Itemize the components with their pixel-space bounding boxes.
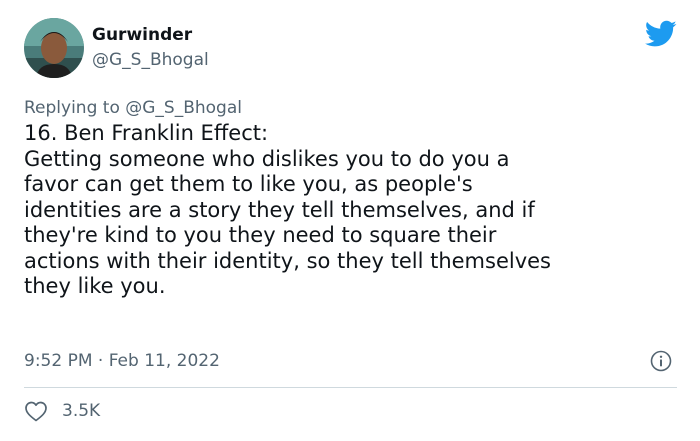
heart-icon	[25, 401, 47, 422]
tweet-body: 16. Ben Franklin Effect: Getting someone…	[24, 121, 684, 300]
author-display-name[interactable]: Gurwinder	[92, 24, 209, 46]
divider	[24, 387, 677, 388]
author-avatar[interactable]	[24, 18, 84, 78]
tweet-line: they're kind to you they need to square …	[24, 223, 497, 247]
replying-to: Replying to @G_S_Bhogal	[24, 96, 242, 120]
tweet-timestamp[interactable]: 9:52 PM · Feb 11, 2022	[24, 350, 220, 372]
avatar-photo	[24, 18, 84, 78]
twitter-bird-icon[interactable]	[644, 20, 677, 48]
replying-prefix: Replying to	[24, 98, 126, 118]
tweet-line: 16. Ben Franklin Effect:	[24, 121, 269, 145]
author-handle[interactable]: @G_S_Bhogal	[92, 48, 209, 72]
tweet-card: Gurwinder @G_S_Bhogal Replying to @G_S_B…	[0, 0, 700, 441]
tweet-line: favor can get them to like you, as peopl…	[24, 172, 473, 196]
tweet-line: identities are a story they tell themsel…	[24, 197, 535, 222]
tweet-line: they like you.	[24, 274, 166, 298]
like-count: 3.5K	[62, 401, 101, 421]
like-button[interactable]: 3.5K	[24, 400, 100, 422]
author-info: Gurwinder @G_S_Bhogal	[92, 24, 209, 72]
replying-handle-link[interactable]: @G_S_Bhogal	[125, 98, 242, 118]
tweet-line: Getting someone who dislikes you to do y…	[24, 146, 510, 171]
tweet-line: actions with their identity, so they tel…	[24, 248, 551, 273]
info-icon[interactable]	[650, 350, 672, 372]
